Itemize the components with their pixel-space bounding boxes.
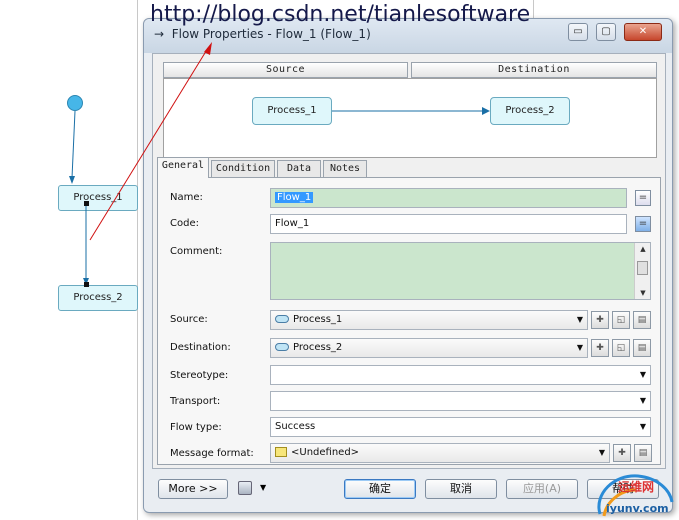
flow-1-handle-bottom bbox=[84, 282, 89, 287]
start-flow-arrowhead bbox=[69, 176, 75, 184]
watermark-url: http://blog.csdn.net/tianlesoftware bbox=[150, 2, 531, 27]
diagram-connectors bbox=[69, 42, 212, 287]
flow-1-handle-top bbox=[84, 201, 89, 206]
start-flow-line bbox=[71, 110, 76, 179]
tab-general[interactable]: General bbox=[157, 157, 209, 178]
annotation-red-line bbox=[89, 47, 209, 241]
